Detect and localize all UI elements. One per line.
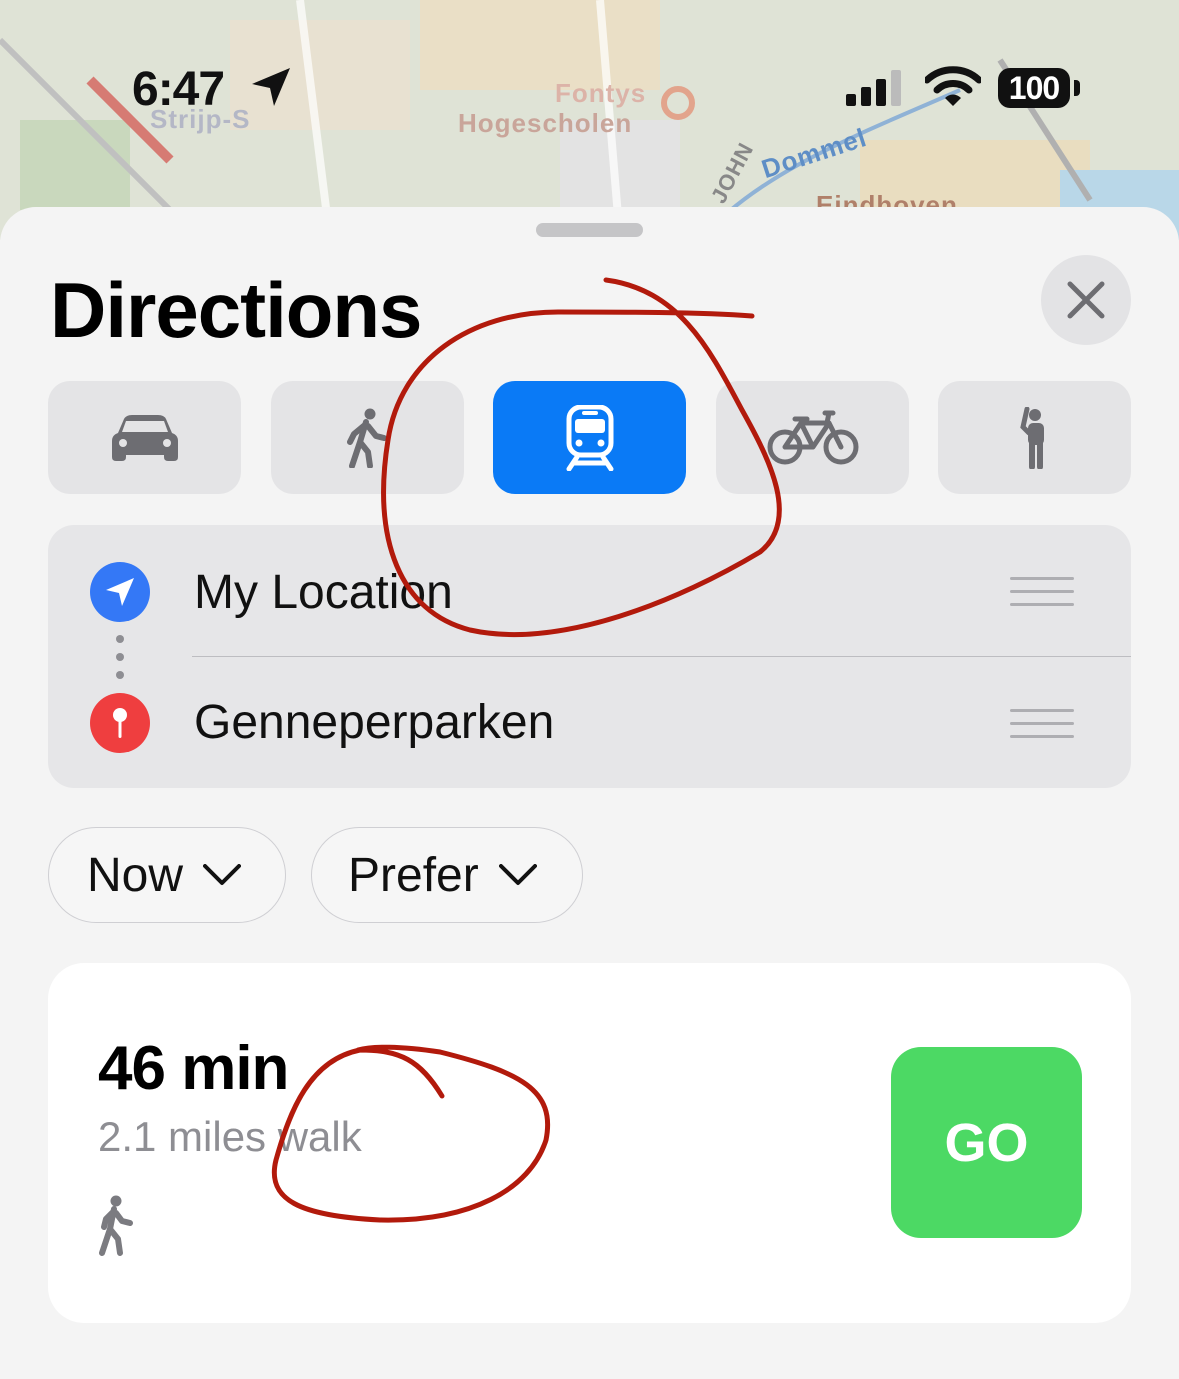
battery-indicator: 100 bbox=[998, 68, 1070, 108]
destination-row[interactable]: Genneperparken bbox=[48, 657, 1131, 788]
map-label: Hogescholen bbox=[458, 108, 633, 138]
prefer-button[interactable]: Prefer bbox=[311, 827, 583, 923]
close-icon bbox=[1067, 281, 1105, 319]
location-arrow-icon bbox=[106, 578, 134, 606]
route-distance: 2.1 miles walk bbox=[98, 1113, 362, 1160]
mode-cycle-button[interactable] bbox=[716, 381, 909, 494]
departure-time-button[interactable]: Now bbox=[48, 827, 286, 923]
route-connector-dots bbox=[116, 635, 124, 689]
mode-walk-button[interactable] bbox=[271, 381, 464, 494]
route-duration: 46 min bbox=[98, 1034, 289, 1103]
mode-ride-button[interactable] bbox=[938, 381, 1131, 494]
prefer-label: Prefer bbox=[348, 848, 479, 902]
status-time: 6:47 bbox=[132, 63, 225, 116]
origin-icon bbox=[90, 562, 150, 622]
walking-icon bbox=[346, 408, 387, 468]
battery-tip bbox=[1074, 80, 1080, 96]
car-icon bbox=[111, 414, 178, 461]
destination-label[interactable]: Genneperparken bbox=[194, 695, 554, 750]
mode-drive-button[interactable] bbox=[48, 381, 241, 494]
destination-pin-icon bbox=[90, 693, 150, 753]
close-button[interactable] bbox=[1041, 255, 1131, 345]
wifi-icon bbox=[925, 66, 981, 106]
cellular-signal-icon bbox=[846, 70, 901, 106]
location-arrow-icon bbox=[252, 68, 290, 106]
bicycle-icon bbox=[767, 410, 858, 464]
transport-mode-selector bbox=[48, 381, 1131, 495]
drag-handle-icon[interactable] bbox=[1010, 709, 1074, 743]
sheet-grabber[interactable] bbox=[536, 223, 643, 237]
chevron-down-icon bbox=[498, 864, 537, 885]
train-icon bbox=[566, 404, 613, 471]
pin-icon bbox=[113, 708, 127, 738]
drag-handle-icon[interactable] bbox=[1010, 577, 1074, 611]
origin-row[interactable]: My Location bbox=[48, 525, 1131, 656]
go-button[interactable]: GO bbox=[891, 1047, 1082, 1238]
route-card: My Location Genneperparken bbox=[48, 525, 1131, 788]
chevron-down-icon bbox=[203, 864, 242, 885]
directions-sheet: Directions My Location Genneperparken No… bbox=[0, 207, 1179, 1379]
route-result-card[interactable]: 46 min 2.1 miles walk GO bbox=[48, 963, 1131, 1323]
hailing-person-icon bbox=[1019, 406, 1044, 469]
walking-icon bbox=[99, 1195, 133, 1256]
map-background[interactable]: Strijp-S Hogescholen Fontys JOHN Dommel … bbox=[0, 0, 1179, 240]
departure-time-label: Now bbox=[87, 848, 184, 902]
page-title: Directions bbox=[50, 266, 422, 354]
mode-transit-button[interactable] bbox=[493, 381, 686, 494]
map-label: Fontys bbox=[555, 78, 647, 108]
origin-label[interactable]: My Location bbox=[194, 565, 453, 620]
